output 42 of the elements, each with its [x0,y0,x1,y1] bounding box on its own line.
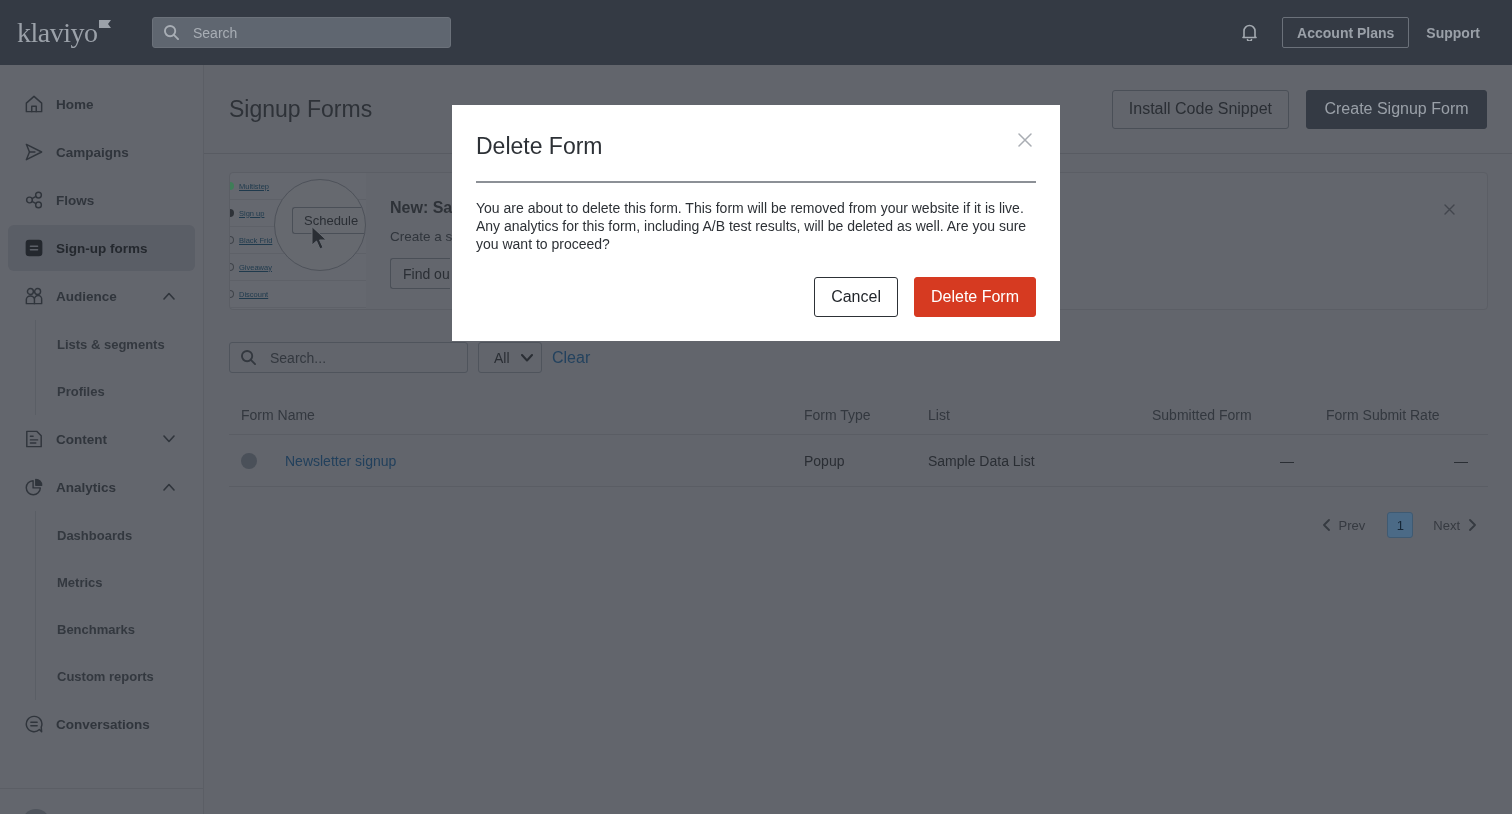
delete-button[interactable]: Delete Form [913,277,1036,317]
account-plans-button[interactable]: Account Plans [1282,17,1410,48]
document-icon [25,430,43,448]
search-field[interactable]: Search [152,17,451,48]
find-out-button[interactable]: Find ou [390,258,450,289]
dialog-message: You are about to delete this form. This form will be removed from your website if it is live. Any analytics for this form, including A/B test results, will be deleted as well. Are you sure you want to proceed? [476,199,1028,253]
flag-icon [98,19,111,28]
close-icon[interactable] [1444,204,1455,215]
form-icon [25,239,43,257]
search-icon [164,25,179,40]
cursor-icon [311,226,327,250]
people-icon [25,287,43,305]
clear-link[interactable]: Clear [552,348,591,367]
bell-icon[interactable] [1242,24,1258,41]
chevron-down-icon [520,353,533,362]
pie-chart-icon [25,478,43,496]
chat-icon [25,715,43,733]
chevron-right-icon [1469,519,1476,531]
nodes-icon [25,191,43,209]
install-snippet-button[interactable]: Install Code Snippet [1111,89,1289,129]
form-name-link[interactable]: Newsletter signup [285,452,397,469]
table-cell: — [1280,452,1294,469]
chevron-down-icon[interactable] [163,435,175,443]
support-link[interactable]: Support [1426,24,1480,41]
cancel-button[interactable]: Cancel [814,277,898,317]
dialog-title: Delete Form [476,132,603,160]
type-dropdown[interactable]: All [478,342,542,373]
home-icon [25,95,43,113]
create-form-button[interactable]: Create Signup Form [1306,89,1487,129]
page-button[interactable]: 1 [1387,512,1414,538]
close-icon[interactable] [1018,133,1032,147]
logo[interactable]: klaviyo [17,16,98,49]
chevron-left-icon [1322,519,1330,531]
paper-plane-icon [25,143,43,161]
table-cell: Sample Data List [928,452,1035,469]
chevron-up-icon[interactable] [163,292,175,300]
status-dot-icon [241,452,257,469]
table-cell: — [1454,452,1468,469]
chevron-up-icon[interactable] [163,483,175,491]
sidebar-item[interactable]: Sign-up forms [8,225,195,271]
search-icon [241,350,256,365]
table-cell: Popup [804,452,845,469]
